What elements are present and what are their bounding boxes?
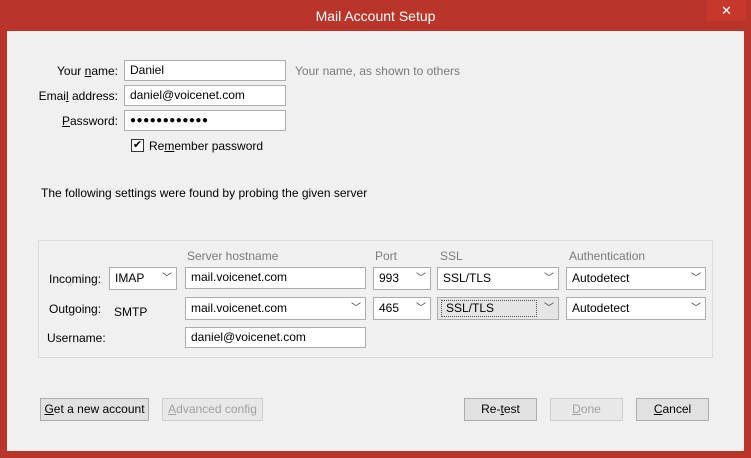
outgoing-port-value: 465 bbox=[379, 301, 400, 315]
incoming-label: Incoming: bbox=[49, 272, 102, 286]
title-bar[interactable]: Mail Account Setup bbox=[0, 0, 751, 30]
server-settings-group: Server hostname Port SSL Authentication … bbox=[38, 240, 713, 358]
chevron-down-icon: ﹀ bbox=[351, 303, 361, 314]
header-port: Port bbox=[375, 249, 398, 263]
outgoing-auth-value: Autodetect bbox=[572, 301, 630, 315]
cancel-button[interactable]: Cancel bbox=[636, 398, 709, 421]
your-name-input[interactable]: Daniel bbox=[124, 60, 286, 81]
chevron-down-icon: ﹀ bbox=[691, 303, 701, 314]
incoming-protocol-select[interactable]: IMAP ﹀ bbox=[109, 267, 177, 290]
chevron-down-icon: ﹀ bbox=[416, 303, 426, 314]
retest-button[interactable]: Re-test bbox=[464, 398, 537, 421]
email-address-input[interactable]: daniel@voicenet.com bbox=[124, 85, 286, 106]
dialog-body: Your name: Daniel Your name, as shown to… bbox=[7, 31, 744, 451]
outgoing-label: Outgoing: bbox=[49, 302, 102, 316]
incoming-protocol-value: IMAP bbox=[115, 271, 145, 285]
checkmark-icon: ✔ bbox=[132, 139, 143, 151]
done-button[interactable]: Done bbox=[550, 398, 623, 421]
header-ssl: SSL bbox=[440, 249, 463, 263]
your-name-value: Daniel bbox=[130, 63, 165, 77]
outgoing-hostname-combo[interactable]: mail.voicenet.com ﹀ bbox=[185, 297, 366, 320]
username-value: daniel@voicenet.com bbox=[191, 330, 306, 344]
incoming-ssl-select[interactable]: SSL/TLS ﹀ bbox=[437, 267, 559, 290]
chevron-down-icon: ﹀ bbox=[691, 273, 701, 284]
outgoing-ssl-value: SSL/TLS bbox=[441, 300, 537, 317]
mail-account-setup-window: Mail Account Setup ✕ Your name: Daniel Y… bbox=[0, 0, 751, 458]
incoming-auth-select[interactable]: Autodetect ﹀ bbox=[566, 267, 706, 290]
username-label: Username: bbox=[47, 331, 106, 345]
username-input[interactable]: daniel@voicenet.com bbox=[185, 327, 366, 348]
chevron-down-icon: ﹀ bbox=[416, 273, 426, 284]
close-icon: ✕ bbox=[721, 3, 732, 18]
chevron-down-icon: ﹀ bbox=[544, 273, 554, 284]
outgoing-auth-select[interactable]: Autodetect ﹀ bbox=[566, 297, 706, 320]
your-name-label: Your name: bbox=[57, 64, 118, 78]
email-address-label: Email address: bbox=[38, 89, 118, 103]
probe-message: The following settings were found by pro… bbox=[41, 186, 368, 200]
incoming-hostname-input[interactable]: mail.voicenet.com bbox=[185, 267, 366, 289]
outgoing-port-select[interactable]: 465 ﹀ bbox=[373, 297, 431, 320]
chevron-down-icon: ﹀ bbox=[162, 273, 172, 284]
remember-password-label[interactable]: Remember password bbox=[149, 139, 263, 153]
incoming-port-select[interactable]: 993 ﹀ bbox=[373, 267, 431, 290]
close-button[interactable]: ✕ bbox=[707, 0, 746, 21]
header-authentication: Authentication bbox=[569, 249, 646, 263]
incoming-ssl-value: SSL/TLS bbox=[443, 271, 492, 285]
incoming-port-value: 993 bbox=[379, 271, 400, 285]
chevron-down-icon: ﹀ bbox=[544, 303, 554, 314]
remember-password-checkbox[interactable]: ✔ bbox=[131, 139, 144, 152]
password-label: Password: bbox=[61, 114, 118, 128]
outgoing-protocol: SMTP bbox=[114, 305, 148, 319]
header-server-hostname: Server hostname bbox=[187, 249, 279, 263]
incoming-auth-value: Autodetect bbox=[572, 271, 630, 285]
outgoing-ssl-select[interactable]: SSL/TLS ﹀ bbox=[437, 297, 559, 320]
your-name-hint: Your name, as shown to others bbox=[295, 64, 460, 78]
password-value: ●●●●●●●●●●●● bbox=[130, 115, 209, 126]
advanced-config-button[interactable]: Advanced config bbox=[162, 398, 263, 421]
password-input[interactable]: ●●●●●●●●●●●● bbox=[124, 110, 286, 131]
email-address-value: daniel@voicenet.com bbox=[130, 88, 245, 102]
incoming-hostname-value: mail.voicenet.com bbox=[191, 270, 288, 284]
get-new-account-button[interactable]: Get a new account bbox=[40, 398, 149, 421]
outgoing-hostname-value: mail.voicenet.com bbox=[191, 301, 288, 315]
window-title: Mail Account Setup bbox=[315, 8, 436, 24]
